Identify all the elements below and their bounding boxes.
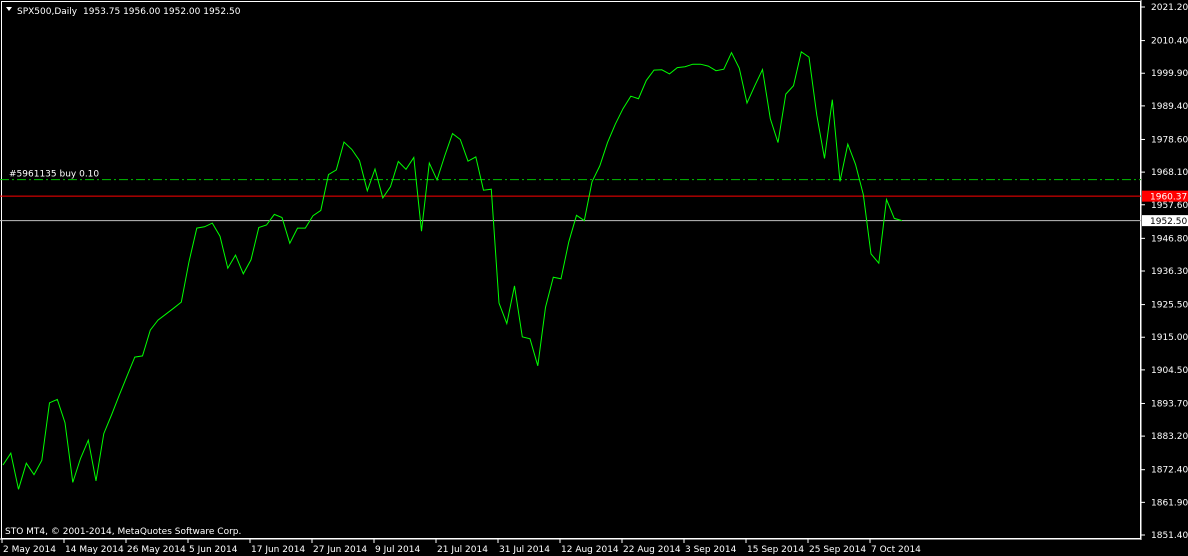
y-axis-ticks: 2021.20 2010.40 1999.90 1989.40 1978.60 1968.… bbox=[1141, 3, 1188, 541]
x-tick-label: 15 Sep 2014 bbox=[747, 545, 804, 555]
x-tick-label: 25 Sep 2014 bbox=[809, 545, 866, 555]
y-tick-label: 1936.30 bbox=[1151, 267, 1188, 277]
y-tick-label: 1978.60 bbox=[1151, 135, 1188, 145]
x-tick-label: 7 Oct 2014 bbox=[871, 545, 921, 555]
y-tick-label: 1915.00 bbox=[1151, 333, 1188, 343]
ohlc-values: 1953.75 1956.00 1952.00 1952.50 bbox=[83, 7, 241, 17]
plot-area-border bbox=[1, 1, 1141, 539]
y-tick-label: 2021.20 bbox=[1151, 3, 1188, 13]
x-tick-label: 31 Jul 2014 bbox=[499, 545, 550, 555]
ask-price-badge-label: 1960.37 bbox=[1150, 193, 1187, 203]
x-tick-label: 2 May 2014 bbox=[3, 545, 56, 555]
y-tick-label: 1925.50 bbox=[1151, 301, 1188, 311]
x-tick-label: 26 May 2014 bbox=[127, 545, 186, 555]
chart-window[interactable]: SPX500,Daily 1953.75 1956.00 1952.00 195… bbox=[0, 0, 1188, 556]
price-chart[interactable]: SPX500,Daily 1953.75 1956.00 1952.00 195… bbox=[0, 0, 1188, 556]
order-label: #5961135 buy 0.10 bbox=[9, 170, 99, 180]
price-series-line bbox=[2, 50, 903, 490]
x-tick-label: 17 Jun 2014 bbox=[251, 545, 305, 555]
current-price-badge-label: 1952.50 bbox=[1150, 217, 1187, 227]
y-tick-label: 1999.90 bbox=[1151, 69, 1188, 79]
x-tick-label: 5 Jun 2014 bbox=[189, 545, 238, 555]
y-tick-label: 1946.80 bbox=[1151, 234, 1188, 244]
symbol-label: SPX500,Daily bbox=[17, 7, 78, 17]
y-tick-label: 1968.10 bbox=[1151, 168, 1188, 178]
y-tick-label: 1883.20 bbox=[1151, 432, 1188, 442]
y-tick-label: 1872.40 bbox=[1151, 466, 1188, 476]
copyright-text: STO MT4, © 2001-2014, MetaQuotes Softwar… bbox=[5, 527, 241, 537]
y-tick-label: 1851.40 bbox=[1151, 531, 1188, 541]
y-tick-label: 1904.50 bbox=[1151, 366, 1188, 376]
x-tick-label: 12 Aug 2014 bbox=[561, 545, 619, 555]
y-tick-label: 1893.70 bbox=[1151, 399, 1188, 409]
x-tick-label: 21 Jul 2014 bbox=[437, 545, 488, 555]
x-tick-label: 14 May 2014 bbox=[65, 545, 124, 555]
x-tick-label: 27 Jun 2014 bbox=[313, 545, 367, 555]
x-tick-label: 3 Sep 2014 bbox=[685, 545, 737, 555]
x-tick-label: 9 Jul 2014 bbox=[375, 545, 420, 555]
triangle-down-icon[interactable] bbox=[6, 7, 12, 11]
y-tick-label: 1989.40 bbox=[1151, 102, 1188, 112]
y-tick-label: 1861.90 bbox=[1151, 498, 1188, 508]
y-tick-label: 2010.40 bbox=[1151, 37, 1188, 47]
x-tick-label: 22 Aug 2014 bbox=[623, 545, 681, 555]
x-axis-ticks: 2 May 2014 14 May 2014 26 May 2014 5 Jun 20… bbox=[1, 539, 921, 555]
